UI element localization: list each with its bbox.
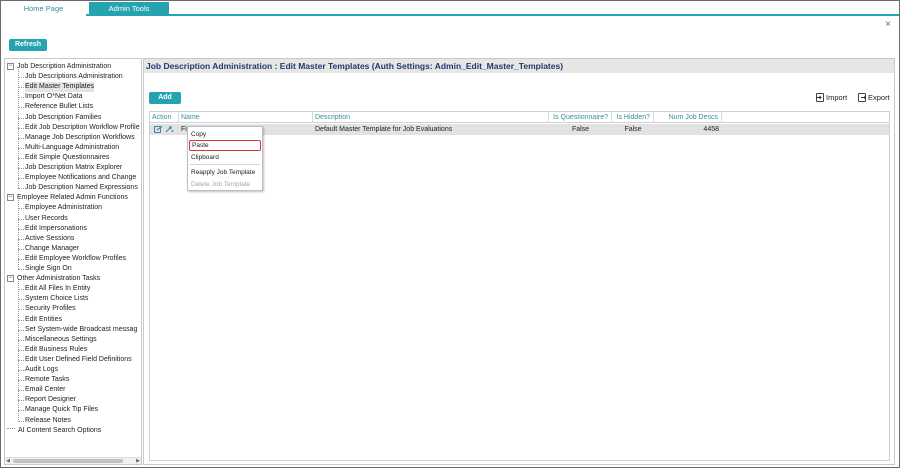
context-menu-copy[interactable]: Copy: [189, 129, 261, 140]
tree-item[interactable]: Release Notes: [25, 416, 71, 426]
tree-item[interactable]: Remote Tasks: [25, 375, 69, 385]
tree-item[interactable]: Edit Simple Questionnaires: [25, 153, 109, 163]
tree-item[interactable]: Edit Impersonations: [25, 224, 87, 234]
tree-item[interactable]: Miscellaneous Settings: [25, 335, 97, 345]
tree-item[interactable]: Report Designer: [25, 395, 76, 405]
tree-group[interactable]: AI Content Search Options: [7, 426, 101, 436]
edit-icon[interactable]: [154, 126, 163, 133]
tree-item[interactable]: Edit User Defined Field Definitions: [25, 355, 132, 365]
admin-tree: − Job Description Administration Job Descr…: [5, 60, 141, 452]
tree-group-label: AI Content Search Options: [18, 426, 102, 434]
import-label: Import: [826, 93, 848, 102]
tree-item[interactable]: Edit Business Rules: [25, 345, 87, 355]
tree-connector: [18, 269, 24, 270]
column-header-num-job-descs[interactable]: Num Job Descs: [654, 112, 722, 123]
tree-item[interactable]: Employee Administration: [25, 203, 102, 213]
tree-item[interactable]: Email Center: [25, 385, 65, 395]
main-panel: Job Description Administration : Edit Ma…: [143, 58, 895, 465]
tree-item[interactable]: System Choice Lists: [25, 294, 88, 304]
context-menu-paste[interactable]: Paste: [189, 140, 261, 151]
tree-item[interactable]: Job Description Families: [25, 113, 101, 123]
tree-item[interactable]: Audit Logs: [25, 365, 58, 375]
admin-tree-panel: − Job Description Administration Job Descr…: [4, 58, 142, 465]
tree-group[interactable]: − Job Description Administration: [7, 62, 111, 72]
tree-item[interactable]: Manage Job Description Workflows: [25, 133, 135, 143]
tree-connector: [18, 200, 19, 269]
tree-item[interactable]: Active Sessions: [25, 234, 74, 244]
row-is-questionnaire-cell: False: [571, 126, 590, 133]
tab-admin-tools[interactable]: Admin Tools: [89, 2, 169, 16]
context-menu-delete-job-template: Delete Job Template: [191, 181, 251, 188]
row-is-hidden-cell: False: [624, 126, 642, 133]
column-header-action[interactable]: Action: [150, 112, 179, 123]
scroll-right-icon[interactable]: ▶: [135, 458, 141, 464]
copy-icon[interactable]: [165, 126, 174, 133]
page-title: Job Description Administration : Edit Ma…: [144, 59, 894, 73]
tree-group[interactable]: − Employee Related Admin Functions: [7, 193, 128, 203]
tree-connector: [18, 188, 24, 190]
tree-item[interactable]: Security Profiles: [25, 304, 76, 314]
tree-item[interactable]: Change Manager: [25, 244, 79, 254]
tree-item[interactable]: Edit Entities: [25, 315, 62, 325]
row-description-cell: Default Master Template for Job Evaluati…: [315, 126, 453, 133]
tree-horizontal-scrollbar[interactable]: ◀ ▶: [5, 457, 141, 464]
tree-item[interactable]: Job Descriptions Administration: [25, 72, 123, 82]
tree-connector: [18, 420, 24, 422]
tree-item[interactable]: User Records: [25, 214, 68, 224]
tree-item[interactable]: Edit All Files In Entity: [25, 284, 90, 294]
refresh-button[interactable]: Refresh: [9, 39, 47, 51]
tree-item[interactable]: Employee Notifications and Change: [25, 173, 136, 183]
context-menu-divider: [190, 164, 260, 165]
import-icon: [816, 93, 824, 102]
tree-item[interactable]: Single Sign On: [25, 264, 72, 274]
column-header-is-questionnaire[interactable]: Is Questionnaire?: [549, 112, 612, 123]
top-tab-bar: Home Page Admin Tools: [1, 1, 899, 16]
tree-item[interactable]: Edit Employee Workflow Profiles: [25, 254, 126, 264]
tree-item[interactable]: Edit Master Templates: [25, 82, 95, 93]
close-icon[interactable]: ×: [885, 20, 891, 30]
export-icon: [858, 93, 866, 102]
export-button[interactable]: Export: [858, 92, 890, 104]
collapse-icon[interactable]: −: [7, 63, 14, 70]
add-button[interactable]: Add: [149, 92, 181, 104]
tree-connector: [18, 69, 19, 189]
context-menu-reapply-job-template[interactable]: Reapply Job Template: [189, 167, 261, 178]
grid-header: Action Name Description Is Questionnaire…: [150, 112, 889, 123]
row-num-job-descs-cell: 4458: [703, 126, 719, 133]
tree-group-label: Other Administration Tasks: [17, 275, 101, 283]
tree-group-label: Employee Related Admin Functions: [17, 194, 128, 202]
tree-item[interactable]: Reference Bullet Lists: [25, 102, 93, 112]
tree-item[interactable]: Multi-Language Administration: [25, 143, 119, 153]
context-menu: Copy Paste Clipboard Reapply Job Templat…: [187, 126, 263, 191]
tree-group[interactable]: − Other Administration Tasks: [7, 274, 100, 284]
tree-item[interactable]: Job Description Matrix Explorer: [25, 163, 122, 173]
row-action-cell: [150, 124, 179, 135]
column-header-name[interactable]: Name: [179, 112, 313, 123]
collapse-icon[interactable]: −: [7, 194, 14, 202]
tree-item[interactable]: Set System-wide Broadcast messag: [25, 325, 137, 335]
tree-connector: [18, 281, 19, 421]
tree-item[interactable]: Edit Job Description Workflow Profile: [25, 123, 140, 133]
tree-group-label: Job Description Administration: [17, 63, 112, 70]
collapse-icon[interactable]: −: [7, 275, 14, 283]
column-header-is-hidden[interactable]: Is Hidden?: [612, 112, 654, 123]
import-button[interactable]: Import: [816, 92, 847, 104]
context-menu-clipboard[interactable]: Clipboard: [189, 152, 261, 163]
scroll-left-icon[interactable]: ◀: [5, 458, 11, 464]
tab-home-page[interactable]: Home Page: [1, 2, 86, 16]
column-header-description[interactable]: Description: [313, 112, 549, 123]
scrollbar-thumb[interactable]: [13, 459, 123, 463]
tree-item[interactable]: Import O*Net Data: [25, 92, 83, 102]
tree-item[interactable]: Job Description Named Expressions: [25, 183, 138, 193]
export-label: Export: [868, 93, 890, 102]
tree-item[interactable]: Manage Quick Tip Files: [25, 405, 98, 415]
